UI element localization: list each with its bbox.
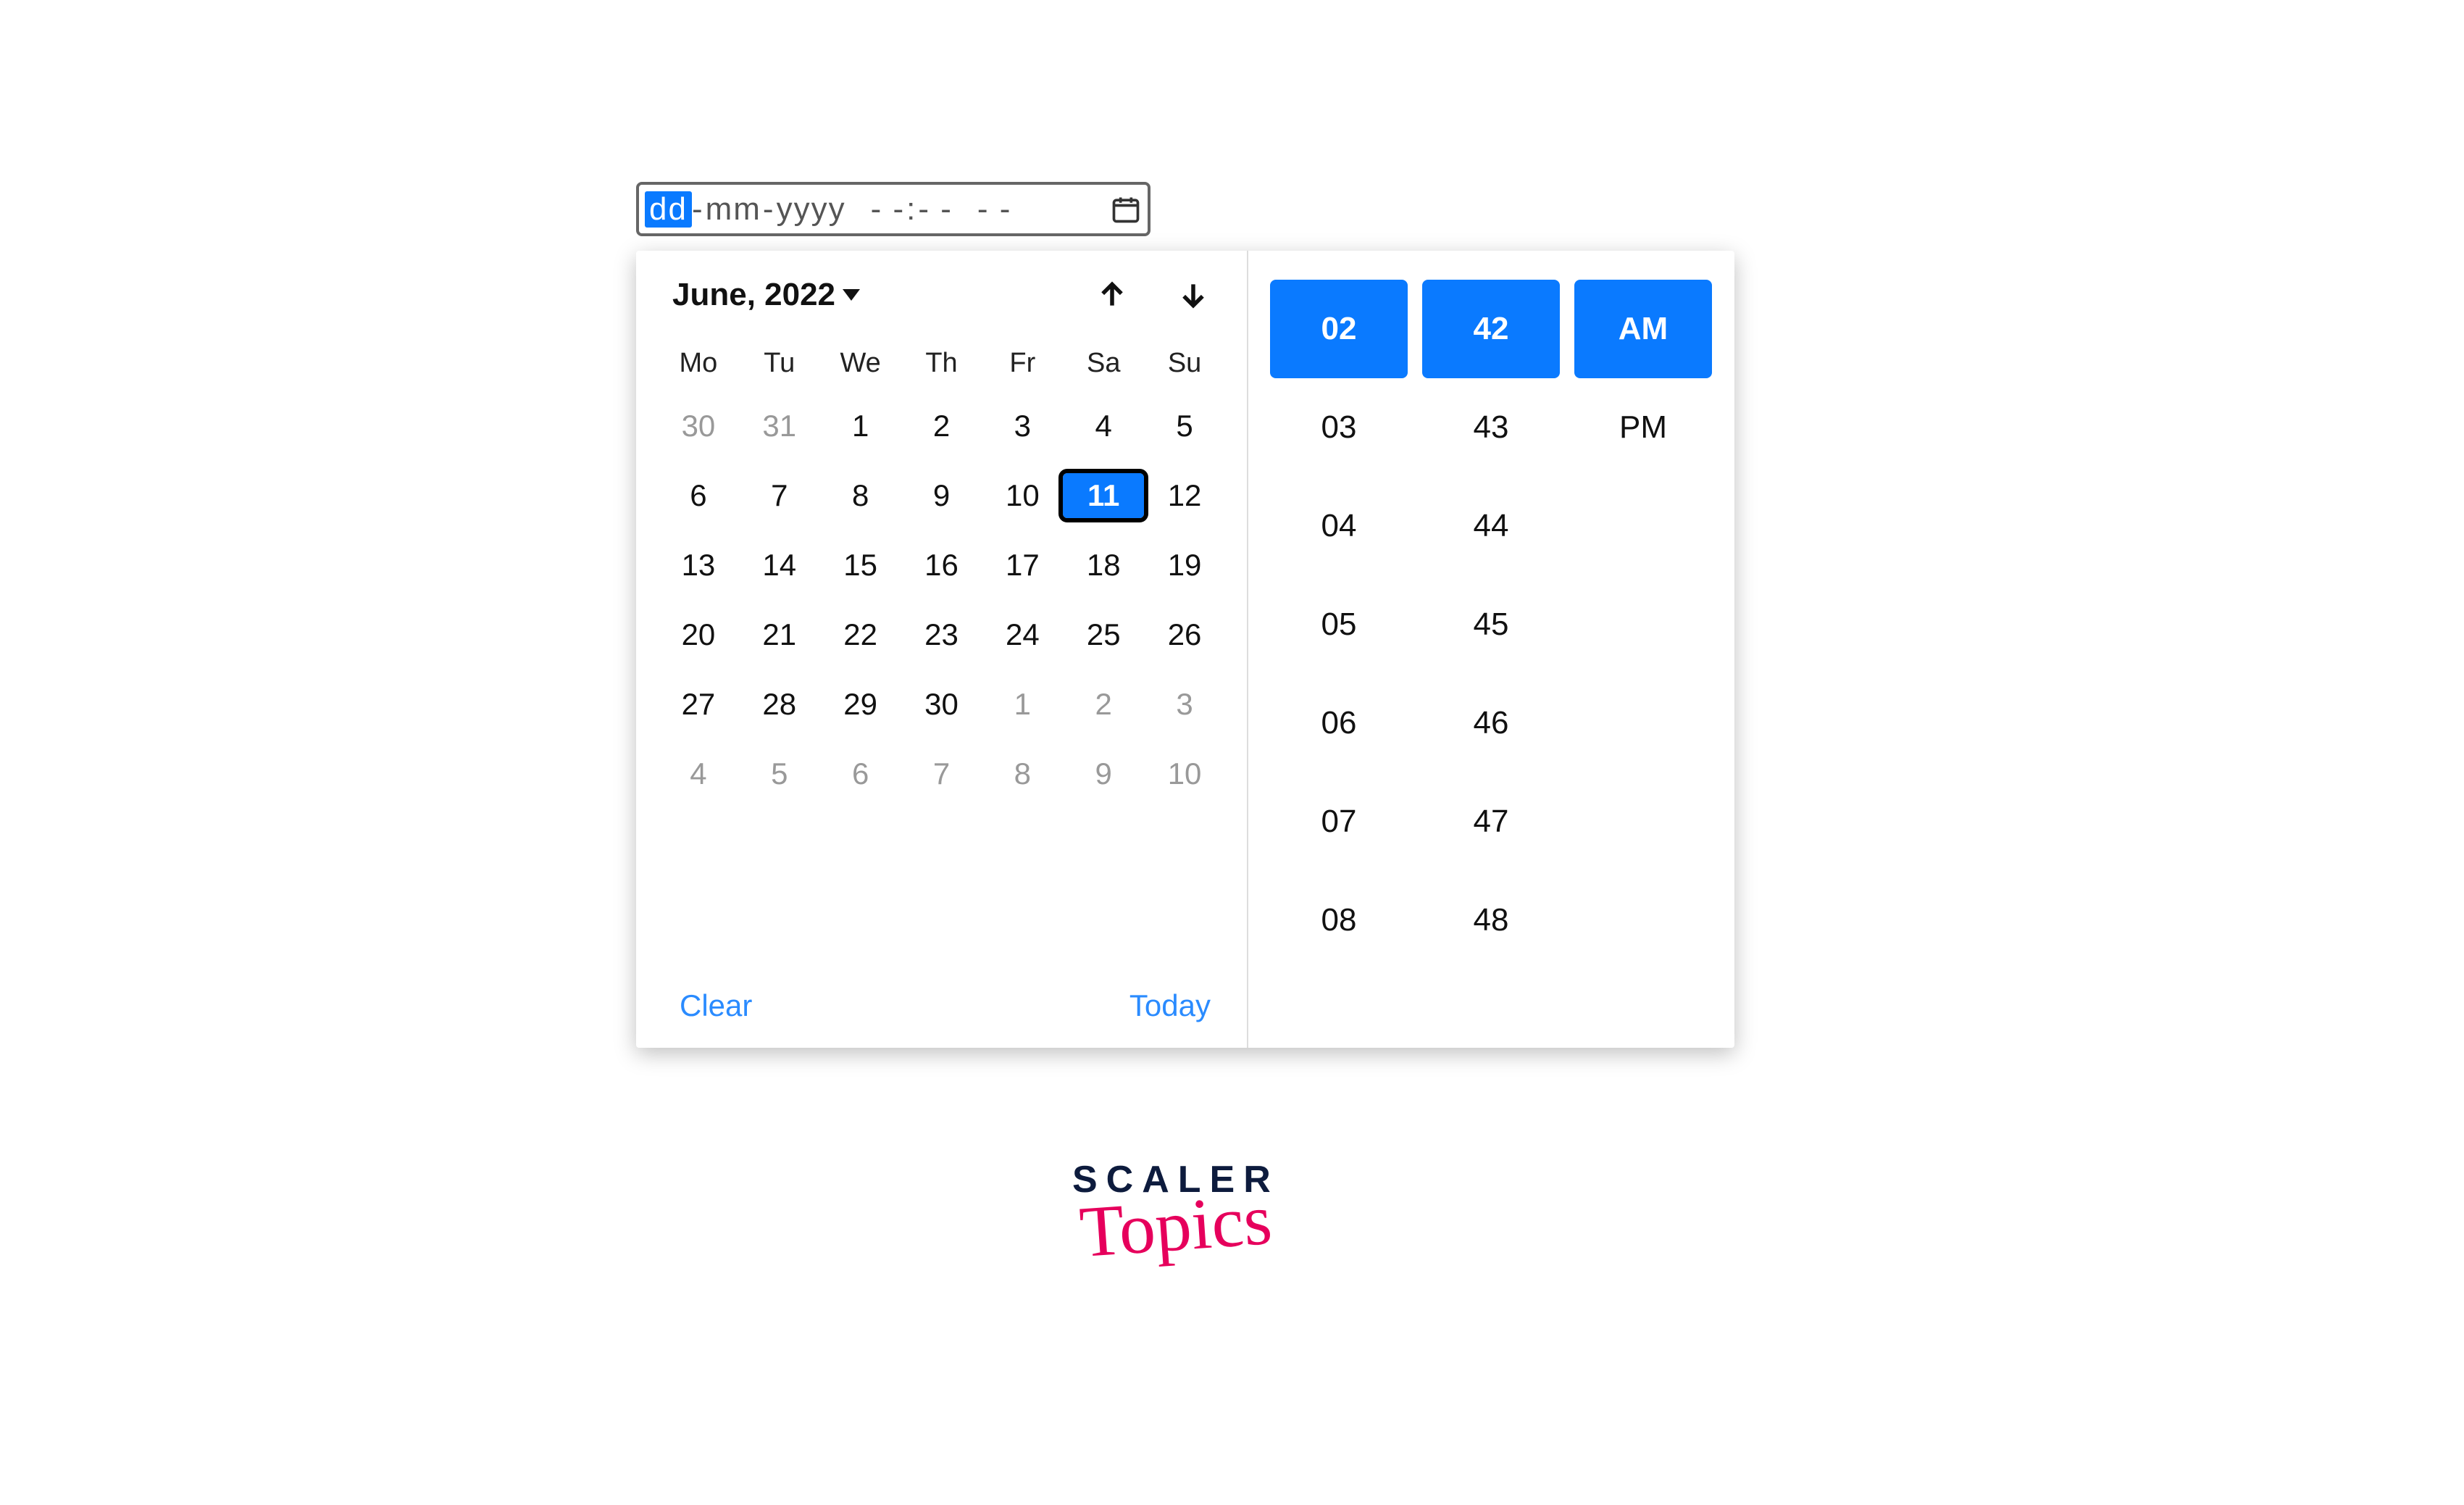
calendar-day[interactable]: 18 [1063,543,1144,588]
minutes-spinner[interactable]: 42434445464748 [1422,280,1560,970]
calendar-day[interactable]: 30 [901,682,982,727]
minute-option[interactable]: 42 [1422,280,1560,378]
prev-month-button[interactable] [1095,278,1129,312]
calendar-day[interactable]: 17 [982,543,1063,588]
calendar-day[interactable]: 31 [739,404,820,449]
month-year-label: June, 2022 [672,277,835,313]
weekday-header: Su [1144,348,1225,379]
weekday-header: We [820,348,901,379]
calendar-day[interactable]: 10 [982,473,1063,518]
calendar-day[interactable]: 7 [901,751,982,796]
calendar-icon[interactable] [1110,193,1142,225]
date-pane: June, 2022 MoTuWeThFrSaSu303112345678910… [636,251,1248,1048]
calendar-day[interactable]: 2 [901,404,982,449]
weekday-header: Fr [982,348,1063,379]
calendar-day[interactable]: 28 [739,682,820,727]
ampm-spinner[interactable]: AMPM [1574,280,1712,970]
calendar-day[interactable]: 30 [658,404,739,449]
calendar-day[interactable]: 12 [1144,473,1225,518]
month-segment[interactable]: mm [704,191,763,228]
hour-segment[interactable]: - - [869,191,907,228]
hour-option[interactable]: 07 [1270,772,1408,871]
calendar-day[interactable]: 10 [1144,751,1225,796]
minute-option[interactable]: 45 [1422,575,1560,674]
year-segment[interactable]: yyyy [775,191,848,228]
calendar-day[interactable]: 11 [1063,473,1144,518]
hours-spinner[interactable]: 02030405060708 [1270,280,1408,970]
hour-option[interactable]: 08 [1270,871,1408,970]
ampm-option[interactable]: AM [1574,280,1712,378]
calendar-grid: MoTuWeThFrSaSu30311234567891011121314151… [658,348,1225,796]
calendar-day[interactable]: 15 [820,543,901,588]
weekday-header: Mo [658,348,739,379]
hour-option[interactable]: 03 [1270,378,1408,477]
minute-option[interactable]: 48 [1422,871,1560,970]
hour-option[interactable]: 05 [1270,575,1408,674]
today-button[interactable]: Today [1129,988,1211,1023]
datetime-popup: June, 2022 MoTuWeThFrSaSu303112345678910… [636,251,1734,1048]
scaler-topics-logo: SCALER Topics [1072,1158,1279,1267]
calendar-day[interactable]: 3 [982,404,1063,449]
calendar-day[interactable]: 7 [739,473,820,518]
minute-option[interactable]: 43 [1422,378,1560,477]
ampm-segment[interactable]: - - [976,191,1014,228]
minute-segment[interactable]: - - [916,191,954,228]
month-year-button[interactable]: June, 2022 [672,277,860,313]
calendar-day[interactable]: 6 [820,751,901,796]
calendar-day[interactable]: 5 [739,751,820,796]
calendar-day[interactable]: 5 [1144,404,1225,449]
calendar-day[interactable]: 4 [658,751,739,796]
calendar-day[interactable]: 14 [739,543,820,588]
calendar-day[interactable]: 24 [982,612,1063,657]
calendar-day[interactable]: 9 [901,473,982,518]
calendar-day[interactable]: 8 [982,751,1063,796]
calendar-day[interactable]: 1 [820,404,901,449]
separator: : [906,191,916,228]
calendar-day[interactable]: 27 [658,682,739,727]
day-segment[interactable]: dd [645,191,692,228]
calendar-day[interactable]: 19 [1144,543,1225,588]
calendar-day[interactable]: 25 [1063,612,1144,657]
calendar-day[interactable]: 8 [820,473,901,518]
calendar-day[interactable]: 21 [739,612,820,657]
calendar-day[interactable]: 23 [901,612,982,657]
time-pane: 02030405060708 42434445464748 AMPM [1248,251,1734,1048]
calendar-day[interactable]: 22 [820,612,901,657]
hour-option[interactable]: 04 [1270,477,1408,575]
calendar-day[interactable]: 20 [658,612,739,657]
datetime-input[interactable]: dd - mm - yyyy - - : - - - - [636,182,1150,236]
clear-button[interactable]: Clear [680,988,752,1023]
separator: - [692,191,704,228]
weekday-header: Th [901,348,982,379]
hour-option[interactable]: 06 [1270,674,1408,772]
calendar-day[interactable]: 4 [1063,404,1144,449]
calendar-day[interactable]: 9 [1063,751,1144,796]
separator: - [763,191,775,228]
hour-option[interactable]: 02 [1270,280,1408,378]
minute-option[interactable]: 44 [1422,477,1560,575]
calendar-day[interactable]: 26 [1144,612,1225,657]
chevron-down-icon [843,289,860,301]
calendar-day[interactable]: 3 [1144,682,1225,727]
weekday-header: Sa [1063,348,1144,379]
next-month-button[interactable] [1176,278,1211,312]
calendar-day[interactable]: 1 [982,682,1063,727]
minute-option[interactable]: 46 [1422,674,1560,772]
ampm-option[interactable]: PM [1574,378,1712,477]
calendar-day[interactable]: 29 [820,682,901,727]
calendar-day[interactable]: 2 [1063,682,1144,727]
logo-line2: Topics [1069,1177,1282,1275]
calendar-day[interactable]: 6 [658,473,739,518]
calendar-day[interactable]: 13 [658,543,739,588]
weekday-header: Tu [739,348,820,379]
minute-option[interactable]: 47 [1422,772,1560,871]
calendar-day[interactable]: 16 [901,543,982,588]
